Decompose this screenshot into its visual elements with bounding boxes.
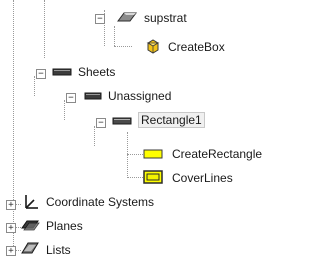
tree-label-rectangle1[interactable]: Rectangle1 [138,112,205,128]
tree-label-createrectangle[interactable]: CreateRectangle [172,146,262,162]
expander-planes[interactable]: + [6,223,16,233]
tree-label-unassigned[interactable]: Unassigned [108,88,171,104]
tree-connector [94,126,95,146]
wedge-solid-icon [117,12,137,22]
tree-connector [13,0,14,250]
expander-rectangle1[interactable]: − [96,118,106,128]
cover-lines-icon [143,170,163,184]
yellow-rectangle-icon [143,149,163,159]
create-box-icon [146,39,160,54]
sheet-object-icon [112,117,132,125]
expander-coordinate-systems[interactable]: + [6,200,16,210]
tree-label-coordinate-systems[interactable]: Coordinate Systems [46,194,154,210]
expander-supstrat[interactable]: − [95,14,105,24]
expander-sheets[interactable]: − [36,69,46,79]
tree-label-sheets[interactable]: Sheets [78,64,115,80]
tree-connector [114,26,115,46]
planes-icon [21,220,40,231]
tree-connector [114,46,132,47]
lists-icon [21,242,39,254]
tree-label-planes[interactable]: Planes [46,218,83,234]
tree-label-lists[interactable]: Lists [46,242,71,258]
sheet-group-icon [84,92,102,100]
expander-unassigned[interactable]: − [66,93,76,103]
project-tree: − supstrat CreateBox − Sheets − Unassign… [0,0,324,280]
expander-lists[interactable]: + [6,246,16,256]
tree-label-supstrat[interactable]: supstrat [144,10,187,26]
tree-connector [44,0,45,58]
tree-label-coverlines[interactable]: CoverLines [172,170,233,186]
tree-connector [127,177,143,178]
sheet-folder-icon [52,68,72,76]
tree-connector [127,132,128,178]
axes-icon [25,195,38,209]
tree-connector [34,76,35,96]
tree-label-createbox[interactable]: CreateBox [168,39,225,55]
tree-connector [64,100,65,120]
tree-connector [127,154,143,155]
